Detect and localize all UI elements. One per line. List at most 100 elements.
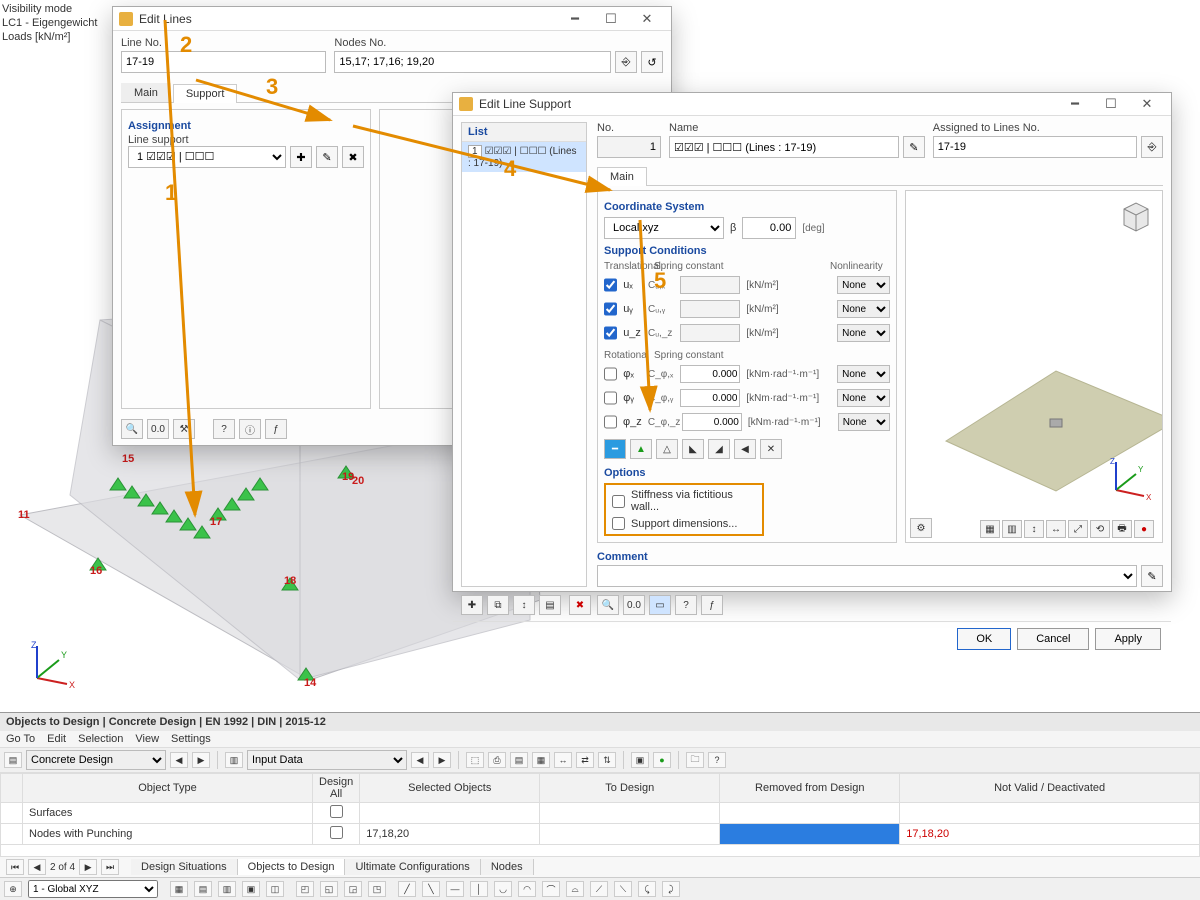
tool-icon[interactable]: 🗀	[686, 752, 704, 768]
help-icon[interactable]: ?	[675, 595, 697, 615]
minimize-button[interactable]: ━	[1057, 93, 1093, 115]
units-icon[interactable]: 0.0	[623, 595, 645, 615]
tool-icon[interactable]: ↔	[554, 752, 572, 768]
nav-prev-icon[interactable]: ◀	[170, 752, 188, 768]
phix-nonlin-select[interactable]: None	[837, 365, 890, 383]
design-table[interactable]: Object Type Design All Selected Objects …	[0, 773, 1200, 856]
arc-icon[interactable]: ⟋	[590, 881, 608, 897]
highlight-icon[interactable]: ▭	[649, 595, 671, 615]
preset-icon[interactable]: ✕	[760, 439, 782, 459]
cphix-input[interactable]	[680, 365, 740, 383]
tab-main[interactable]: Main	[121, 83, 171, 102]
design-module-select[interactable]: Concrete Design	[26, 750, 166, 770]
arc-icon[interactable]: ⤸	[662, 881, 680, 897]
tool-icon[interactable]: ▤	[4, 752, 22, 768]
line-no-input[interactable]	[121, 51, 326, 73]
line-icon[interactable]: ╱	[398, 881, 416, 897]
reverse-button[interactable]: ↺	[641, 51, 663, 73]
nav-next-icon[interactable]: ▶	[433, 752, 451, 768]
arc-icon[interactable]: ⟍	[614, 881, 632, 897]
tool-icon[interactable]: ⚒	[173, 419, 195, 439]
pick-lines-button[interactable]: ⎆	[1141, 136, 1163, 158]
ux-nonlin-select[interactable]: None	[837, 276, 890, 294]
tool-icon[interactable]: ⇅	[598, 752, 616, 768]
preset-icon[interactable]: ◢	[708, 439, 730, 459]
phiz-nonlin-select[interactable]: None	[838, 413, 890, 431]
units-icon[interactable]: 0.0	[147, 419, 169, 439]
delete-support-button[interactable]: ✖	[342, 146, 364, 168]
view-tool-icon[interactable]: ↕	[1024, 520, 1044, 538]
delete-item-button[interactable]: ✖	[569, 595, 591, 615]
cphiy-input[interactable]	[680, 389, 740, 407]
list-item[interactable]: 1☑☑☑ | ☐☐☐ (Lines : 17-19)	[462, 142, 586, 172]
phiy-nonlin-select[interactable]: None	[837, 389, 890, 407]
maximize-button[interactable]: ☐	[1093, 93, 1129, 115]
minimize-button[interactable]: ━	[557, 8, 593, 30]
ok-button[interactable]: OK	[957, 628, 1011, 650]
design-all-checkbox[interactable]	[330, 805, 343, 818]
tool-icon[interactable]: ▤	[510, 752, 528, 768]
tool-icon[interactable]: ?	[708, 752, 726, 768]
edit-line-support-titlebar[interactable]: Edit Line Support ━ ☐ ✕	[453, 93, 1171, 116]
pick-nodes-button[interactable]: ⎆	[615, 51, 637, 73]
script-icon[interactable]: ƒ	[701, 595, 723, 615]
zoom-icon[interactable]: 🔍	[597, 595, 619, 615]
uz-nonlin-select[interactable]: None	[837, 324, 890, 342]
tool-icon[interactable]: ⬚	[466, 752, 484, 768]
status-tool-icon[interactable]: ▤	[194, 881, 212, 897]
help-icon[interactable]: ?	[213, 419, 235, 439]
edit-name-button[interactable]: ✎	[903, 136, 925, 158]
tool-icon[interactable]: ▦	[532, 752, 550, 768]
arc-icon[interactable]: ◡	[494, 881, 512, 897]
view-tool-icon[interactable]: ▦	[980, 520, 1000, 538]
close-button[interactable]: ✕	[629, 8, 665, 30]
nodes-no-input[interactable]	[334, 51, 611, 73]
comment-edit-button[interactable]: ✎	[1141, 565, 1163, 587]
run-icon[interactable]: ●	[653, 752, 671, 768]
input-data-select[interactable]: Input Data	[247, 750, 407, 770]
nav-next-icon[interactable]: ▶	[192, 752, 210, 768]
tool-icon[interactable]: ⇄	[576, 752, 594, 768]
close-button[interactable]: ✕	[1129, 93, 1165, 115]
info-icon[interactable]: ⓘ	[239, 419, 261, 439]
status-tool-icon[interactable]: ◰	[296, 881, 314, 897]
view-tool-icon[interactable]: ●	[1134, 520, 1154, 538]
assigned-input[interactable]	[933, 136, 1137, 158]
nav-prev-icon[interactable]: ◀	[411, 752, 429, 768]
tool-icon[interactable]: ▥	[225, 752, 243, 768]
copy-item-button[interactable]: ⧉	[487, 595, 509, 615]
tab-nodes[interactable]: Nodes	[481, 859, 534, 875]
tab-support[interactable]: Support	[173, 84, 238, 103]
nav-first-icon[interactable]: ⏮	[6, 859, 24, 875]
preset-icon[interactable]: ◣	[682, 439, 704, 459]
nav-next-icon[interactable]: ▶	[79, 859, 97, 875]
zoom-icon[interactable]: 🔍	[121, 419, 143, 439]
coord-system-select[interactable]: Local xyz	[604, 217, 724, 239]
status-tool-icon[interactable]: ◫	[266, 881, 284, 897]
design-all-checkbox[interactable]	[330, 826, 343, 839]
menu-selection[interactable]: Selection	[78, 733, 123, 745]
coord-system-select[interactable]: 1 - Global XYZ	[28, 880, 158, 898]
menu-view[interactable]: View	[135, 733, 159, 745]
line-icon[interactable]: —	[446, 881, 464, 897]
tool-icon[interactable]: ▣	[631, 752, 649, 768]
arc-icon[interactable]: ⌓	[566, 881, 584, 897]
uy-checkbox[interactable]	[604, 302, 617, 316]
view-tool-icon[interactable]: ▥	[1002, 520, 1022, 538]
tab-objects-to-design[interactable]: Objects to Design	[238, 859, 346, 875]
support-preview[interactable]: X Y Z ⚙ ▦ ▥ ↕ ↔ ⤢ ⟲ 🖶 ●	[905, 190, 1163, 543]
phix-checkbox[interactable]	[604, 367, 617, 381]
arc-icon[interactable]: ⌒	[542, 881, 560, 897]
tab-ultimate-config[interactable]: Ultimate Configurations	[345, 859, 480, 875]
uy-nonlin-select[interactable]: None	[837, 300, 890, 318]
status-tool-icon[interactable]: ◲	[344, 881, 362, 897]
table-row[interactable]: Surfaces	[1, 803, 1200, 824]
script-icon[interactable]: ƒ	[265, 419, 287, 439]
sort-button[interactable]: ↕	[513, 595, 535, 615]
view-tool-icon[interactable]: ↔	[1046, 520, 1066, 538]
line-support-select[interactable]: 1 ☑☑☑ | ☐☐☐	[128, 146, 286, 168]
preset-fixed-icon[interactable]: ▲	[630, 439, 652, 459]
apply-button[interactable]: Apply	[1095, 628, 1161, 650]
name-input[interactable]	[669, 136, 899, 158]
table-row[interactable]: Nodes with Punching17,18,2017,18,20	[1, 824, 1200, 845]
